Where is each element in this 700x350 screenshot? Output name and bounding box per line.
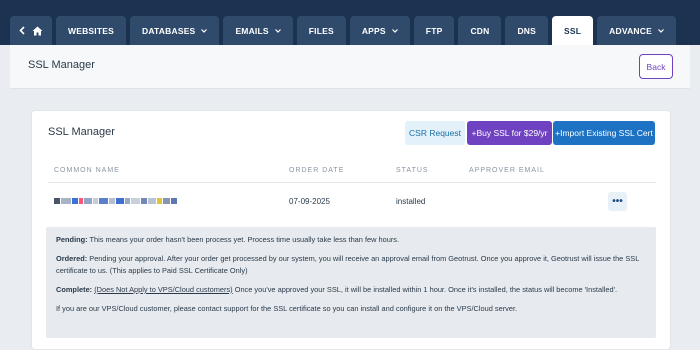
tab-advance[interactable]: ADVANCE [597, 16, 676, 45]
column-header-order-date: ORDER DATE [289, 167, 345, 174]
tab-cdn[interactable]: CDN [458, 16, 502, 45]
import-ssl-button[interactable]: +Import Existing SSL Cert [553, 121, 655, 145]
complete-note: (Does Not Apply to VPS/Cloud customers) [94, 285, 233, 294]
order-date: 07-09-2025 [289, 197, 330, 206]
vps-info: If you are our VPS/Cloud customer, pleas… [56, 304, 518, 313]
complete-info: Complete: (Does Not Apply to VPS/Cloud c… [56, 284, 646, 296]
tab-emails[interactable]: EMAILS [223, 16, 293, 45]
chevron-down-icon [658, 28, 664, 33]
complete-label: Complete: [56, 285, 93, 294]
tab-home[interactable] [10, 16, 52, 45]
table-header: COMMON NAME ORDER DATE STATUS APPROVER E… [48, 161, 656, 183]
tab-label: FILES [308, 25, 334, 36]
tab-label: DATABASES [142, 25, 196, 36]
tab-dns[interactable]: DNS [505, 16, 549, 45]
common-name-redacted [54, 196, 180, 206]
tab-label: DNS [517, 25, 537, 36]
top-navigation: WEBSITES DATABASES EMAILS FILES APPS FTP… [0, 0, 700, 45]
chevron-down-icon [274, 28, 281, 33]
chevron-left-icon[interactable] [19, 26, 25, 35]
ordered-label: Ordered: [56, 254, 88, 263]
more-actions-button[interactable]: ••• [608, 192, 627, 211]
table-row: 07-09-2025 installed ••• [48, 187, 656, 217]
ordered-text: Pending your approval. After your order … [56, 254, 640, 275]
nav-tabs: WEBSITES DATABASES EMAILS FILES APPS FTP… [10, 16, 676, 45]
tab-label: APPS [361, 25, 386, 36]
complete-text: Once you've approved your SSL, it will b… [232, 285, 618, 294]
tab-databases[interactable]: DATABASES [130, 16, 220, 45]
column-header-approver-email: APPROVER EMAIL [469, 167, 545, 174]
page-header: SSL Manager Back [10, 45, 690, 89]
tab-files[interactable]: FILES [296, 16, 346, 45]
status-info-box: Pending: This means your order hasn't be… [46, 227, 656, 338]
pending-label: Pending: [56, 235, 88, 244]
tab-label: SSL [564, 25, 582, 36]
home-icon[interactable] [32, 26, 43, 36]
csr-request-button[interactable]: CSR Request [405, 121, 465, 145]
tab-label: FTP [425, 25, 443, 36]
column-header-common-name: COMMON NAME [54, 167, 120, 174]
ordered-info: Ordered: Pending your approval. After yo… [56, 253, 646, 277]
tab-ssl[interactable]: SSL [552, 16, 594, 45]
chevron-down-icon [391, 28, 398, 33]
tab-label: CDN [470, 25, 490, 36]
tab-label: WEBSITES [68, 25, 114, 36]
tab-websites[interactable]: WEBSITES [56, 16, 126, 45]
buy-ssl-button[interactable]: +Buy SSL for $29/yr [467, 121, 552, 145]
status-text: installed [396, 197, 426, 206]
card-title: SSL Manager [48, 126, 115, 138]
tab-label: EMAILS [235, 25, 269, 36]
tab-ftp[interactable]: FTP [413, 16, 455, 45]
column-header-status: STATUS [396, 167, 429, 174]
pending-info: Pending: This means your order hasn't be… [56, 234, 646, 246]
tab-apps[interactable]: APPS [349, 16, 410, 45]
chevron-down-icon [201, 28, 208, 33]
ssl-manager-card: SSL Manager CSR Request +Buy SSL for $29… [31, 110, 671, 350]
back-button[interactable]: Back [639, 54, 673, 79]
tab-label: ADVANCE [609, 25, 652, 36]
pending-text: This means your order hasn't been proces… [87, 235, 400, 244]
page-title: SSL Manager [28, 59, 95, 71]
